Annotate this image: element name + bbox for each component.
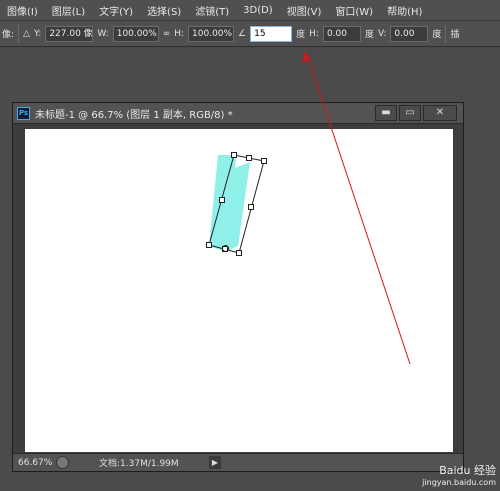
status-bar: 66.67% 文档:1.37M/1.99M ▶ [13,453,463,471]
canvas[interactable] [25,129,453,452]
y-label: Y: [33,28,42,39]
hskew-label: H: [309,28,319,39]
link-icon[interactable]: ∞ [163,29,171,39]
menu-filter[interactable]: 滤镜(T) [188,3,236,18]
menu-help[interactable]: 帮助(H) [380,3,429,18]
minimize-button[interactable]: ▬ [375,105,397,121]
w-label: W: [97,28,109,39]
status-info-icon[interactable] [56,456,69,469]
rotation-unit: 度 [296,30,306,40]
document-window: Ps 未标题-1 @ 66.7% (图层 1 副本, RGB/8) * ▬ ▭ … [12,102,464,472]
menu-image[interactable]: 图像(I) [0,3,45,18]
menu-bar: 图像(I) 图层(L) 文字(Y) 选择(S) 滤镜(T) 3D(D) 视图(V… [0,0,500,21]
menu-3d[interactable]: 3D(D) [236,5,280,16]
status-menu-arrow[interactable]: ▶ [209,456,221,469]
maximize-button[interactable]: ▭ [399,105,421,121]
document-title: 未标题-1 @ 66.7% (图层 1 副本, RGB/8) * [35,109,233,121]
relative-position-icon[interactable]: △ [23,29,30,39]
rotation-field[interactable]: 15 [250,25,293,42]
divider [18,24,20,43]
watermark-url: jingyan.baidu.com [422,478,496,487]
width-field[interactable]: 100.00% [112,25,159,42]
menu-select[interactable]: 选择(S) [140,3,188,18]
zoom-level[interactable]: 66.67% [18,458,54,468]
rotate-angle-icon: ∠ [238,28,247,39]
h-label: H: [174,28,185,39]
y-field[interactable]: 227.00 像 [45,25,94,42]
height-field[interactable]: 100.00% [188,25,235,42]
menu-layer[interactable]: 图层(L) [45,3,92,18]
ps-icon: Ps [17,106,30,120]
document-size: 文档:1.37M/1.99M [99,459,179,469]
vskew-unit: 度 [432,30,442,40]
menu-view[interactable]: 视图(V) [280,3,329,18]
watermark-logo: Baidu 经验 [439,464,496,477]
x-unit-cut: 像: [2,30,15,40]
transform-options-bar: 像: △ Y: 227.00 像 W: 100.00% ∞ H: 100.00%… [0,21,500,47]
menu-type[interactable]: 文字(Y) [92,3,140,18]
watermark: Baidu 经验 jingyan.baidu.com [422,465,496,489]
interpolation-cut[interactable]: 插 [450,27,459,40]
vskew-label: V: [377,28,387,39]
hskew-field[interactable]: 0.00 [322,25,361,42]
hskew-unit: 度 [364,30,374,40]
window-controls: ▬ ▭ ✕ [375,105,457,121]
divider [445,24,447,43]
close-button[interactable]: ✕ [423,105,457,121]
menu-window[interactable]: 窗口(W) [328,3,380,18]
document-title-bar[interactable]: Ps 未标题-1 @ 66.7% (图层 1 副本, RGB/8) * ▬ ▭ … [13,103,463,124]
vskew-field[interactable]: 0.00 [390,25,429,42]
